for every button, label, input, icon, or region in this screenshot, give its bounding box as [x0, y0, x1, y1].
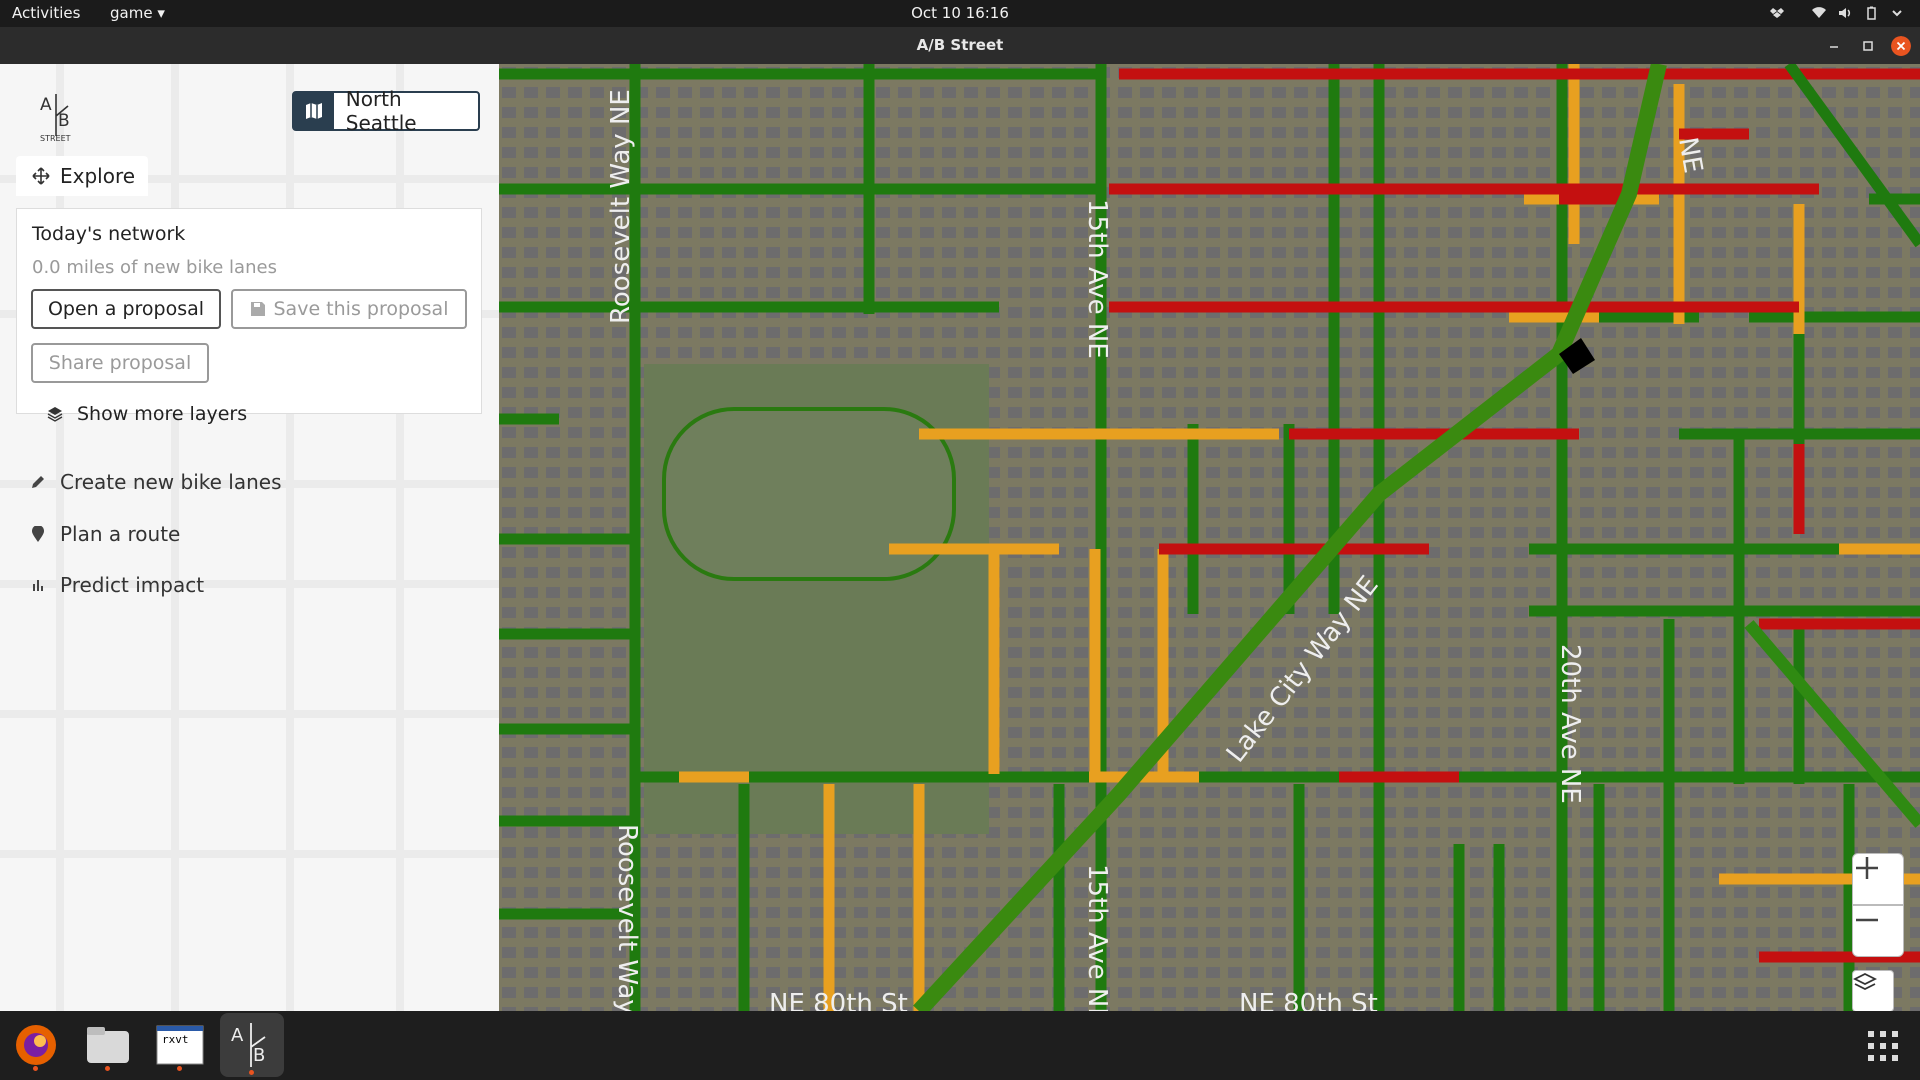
wifi-icon[interactable]	[1812, 6, 1826, 20]
dock-firefox[interactable]	[8, 1017, 64, 1073]
pencil-icon	[28, 472, 48, 492]
network-title: Today's network	[32, 223, 186, 245]
dock: rxvt A B	[0, 1011, 1920, 1080]
volume-icon[interactable]	[1838, 6, 1852, 20]
maximize-icon[interactable]	[1858, 36, 1878, 56]
svg-text:B: B	[253, 1045, 265, 1066]
street-label-20th: 20th Ave NE	[1555, 644, 1585, 804]
open-proposal-label: Open a proposal	[47, 298, 205, 320]
firefox-icon	[16, 1025, 56, 1065]
map-pin-icon	[28, 524, 48, 544]
bar-chart-icon	[28, 575, 48, 595]
street-label-roosevelt-top: Roosevelt Way NE	[606, 89, 636, 324]
svg-text:A: A	[231, 1025, 244, 1046]
running-indicator	[105, 1066, 110, 1071]
dropbox-icon[interactable]	[1770, 6, 1784, 20]
street-label-15th-bottom: 15th Ave NE	[1082, 864, 1112, 1011]
app-menu[interactable]: game ▾	[110, 4, 165, 22]
dock-terminal[interactable]: rxvt	[152, 1017, 208, 1073]
street-label-ne-80th-b: NE 80th St	[1239, 989, 1378, 1011]
side-panel: A B STREET North Seattle Explore Today's…	[0, 64, 500, 1011]
dock-abstreet[interactable]: A B	[220, 1013, 284, 1077]
close-icon[interactable]	[1891, 36, 1911, 56]
street-label-ne-top-right: NE	[1672, 135, 1708, 176]
save-proposal-label: Save this proposal	[273, 298, 449, 320]
abstreet-logo[interactable]: A B STREET	[36, 88, 78, 144]
plan-route-button[interactable]: Plan a route	[28, 522, 180, 546]
map-icon	[294, 93, 334, 129]
network-miles: 0.0 miles of new bike lanes	[32, 257, 277, 278]
window-title-bar[interactable]: A/B Street	[0, 27, 1920, 64]
layers-icon	[1853, 972, 1877, 991]
predict-impact-button[interactable]: Predict impact	[28, 573, 204, 597]
map-svg[interactable]: Roosevelt Way NE Roosevelt Way 15th Ave …	[499, 64, 1920, 1011]
svg-text:B: B	[58, 111, 70, 131]
plus-icon	[1856, 857, 1878, 879]
open-proposal-button[interactable]: Open a proposal	[31, 289, 221, 329]
system-top-bar: Activities game ▾ Oct 10 16:16	[0, 0, 1920, 27]
street-label-15th-top: 15th Ave NE	[1082, 199, 1112, 359]
create-bike-lanes-label: Create new bike lanes	[60, 470, 282, 494]
battery-icon[interactable]	[1864, 6, 1878, 20]
map-canvas[interactable]: Roosevelt Way NE Roosevelt Way 15th Ave …	[499, 64, 1920, 1011]
plan-route-label: Plan a route	[60, 522, 181, 546]
logo-text: STREET	[40, 134, 71, 143]
files-icon	[87, 1027, 129, 1063]
show-more-layers-label: Show more layers	[77, 403, 248, 425]
running-indicator	[177, 1066, 182, 1071]
share-proposal-label: Share proposal	[48, 352, 192, 374]
map-layers-button[interactable]	[1852, 970, 1894, 1011]
share-proposal-button[interactable]: Share proposal	[31, 343, 209, 383]
zoom-out-button[interactable]	[1852, 905, 1904, 957]
network-card: Today's network 0.0 miles of new bike la…	[16, 208, 482, 425]
activities-button[interactable]: Activities	[12, 4, 80, 22]
zoom-in-button[interactable]	[1852, 853, 1904, 905]
show-applications-icon[interactable]	[1866, 1029, 1900, 1063]
layers-icon	[47, 407, 63, 422]
dock-files[interactable]	[80, 1017, 136, 1073]
terminal-label: rxvt	[162, 1033, 189, 1046]
move-arrows-icon	[32, 167, 50, 185]
power-menu-icon[interactable]	[1890, 6, 1904, 20]
running-indicator	[33, 1066, 38, 1071]
create-bike-lanes-button[interactable]: Create new bike lanes	[28, 470, 282, 494]
save-proposal-button[interactable]: Save this proposal	[231, 289, 467, 329]
predict-impact-label: Predict impact	[60, 573, 205, 597]
region-selector-button[interactable]: North Seattle	[292, 87, 480, 135]
explore-tab[interactable]: Explore	[16, 156, 148, 196]
app-menu-label: game	[110, 4, 153, 22]
street-label-ne-80th-a: NE 80th St	[769, 989, 908, 1011]
chevron-down-icon: ▾	[157, 4, 165, 22]
save-icon	[250, 302, 265, 316]
running-indicator	[249, 1070, 254, 1075]
clock[interactable]: Oct 10 16:16	[911, 4, 1009, 22]
abstreet-icon: A B	[231, 1023, 266, 1067]
street-label-roosevelt-bottom: Roosevelt Way	[612, 824, 642, 1011]
window-title: A/B Street	[916, 36, 1004, 54]
minus-icon	[1856, 918, 1878, 922]
minimize-icon[interactable]	[1824, 36, 1844, 56]
svg-text:A: A	[40, 95, 52, 115]
show-more-layers-button[interactable]: Show more layers	[47, 403, 247, 425]
region-label: North Seattle	[345, 87, 417, 135]
explore-tab-label: Explore	[60, 164, 136, 188]
